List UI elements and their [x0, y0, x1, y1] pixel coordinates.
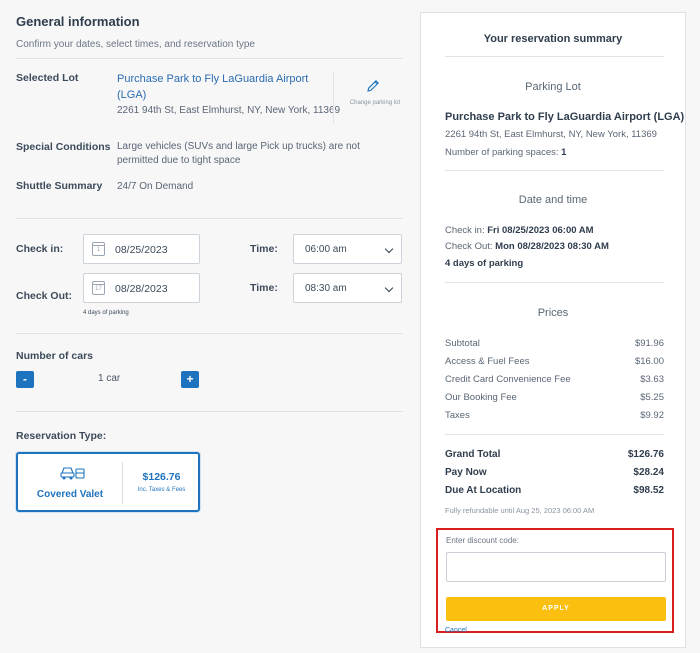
number-of-cars-label: Number of cars [16, 350, 94, 362]
summary-days: 4 days of parking [445, 258, 524, 269]
shuttle-summary-text: 24/7 On Demand [117, 181, 194, 192]
checkout-label: Check Out: [16, 290, 73, 302]
special-conditions-label: Special Conditions [16, 141, 111, 153]
checkin-date-field[interactable]: 1 08/25/2023 [83, 234, 200, 264]
reservation-price: $126.76 [142, 471, 181, 483]
apply-button[interactable]: APPLY [446, 597, 666, 621]
selected-lot-name[interactable]: Purchase Park to Fly LaGuardia Airport (… [117, 71, 327, 103]
divider [445, 282, 664, 283]
divider [16, 333, 403, 334]
discount-code-section: Enter discount code: APPLY [436, 528, 674, 633]
parking-spaces: Number of parking spaces: 1 [445, 147, 567, 158]
refund-note: Fully refundable until Aug 25, 2023 06:0… [445, 506, 595, 515]
checkout-time-value: 08:30 am [305, 283, 347, 294]
divider [445, 170, 664, 171]
parking-lot-section-title: Parking Lot [525, 81, 581, 93]
increase-cars-button[interactable]: + [181, 371, 199, 388]
vertical-separator [333, 72, 334, 124]
calendar-icon: 17 [92, 281, 105, 295]
shuttle-summary-label: Shuttle Summary [16, 180, 103, 192]
special-conditions-text: Large vehicles (SUVs and large Pick up t… [117, 141, 360, 166]
price-row-credit-card-fee: Credit Card Convenience Fee $3.63 [445, 374, 664, 385]
summary-checkin: Check in: Fri 08/25/2023 06:00 AM [445, 225, 594, 236]
days-of-parking-note: 4 days of parking [83, 310, 129, 316]
change-parking-lot-link[interactable]: Change parking lot [347, 100, 403, 106]
decrease-cars-button[interactable]: - [16, 371, 34, 388]
checkin-time-value: 06:00 am [305, 244, 347, 255]
price-row-subtotal: Subtotal $91.96 [445, 338, 664, 349]
selected-lot-label: Selected Lot [16, 72, 79, 84]
discount-code-label: Enter discount code: [446, 536, 519, 545]
discount-code-input[interactable] [446, 552, 666, 582]
card-separator [122, 462, 123, 504]
price-row-access-fuel: Access & Fuel Fees $16.00 [445, 356, 664, 367]
divider [16, 218, 403, 219]
pencil-icon[interactable] [365, 78, 381, 94]
summary-lot-address: 2261 94th St, East Elmhurst, NY, New Yor… [445, 129, 657, 140]
date-time-section-title: Date and time [518, 194, 588, 206]
checkin-label: Check in: [16, 243, 64, 255]
general-subtitle: Confirm your dates, select times, and re… [16, 39, 255, 50]
cancel-link[interactable]: Cancel [445, 627, 467, 634]
checkin-date-value: 08/25/2023 [115, 244, 168, 256]
divider [16, 58, 403, 59]
summary-checkout: Check Out: Mon 08/28/2023 08:30 AM [445, 241, 609, 252]
chevron-down-icon [384, 244, 394, 254]
reservation-type-label: Reservation Type: [16, 430, 107, 442]
divider [445, 434, 664, 435]
calendar-icon: 1 [92, 242, 105, 256]
checkout-time-label: Time: [250, 282, 278, 294]
prices-section-title: Prices [537, 307, 569, 319]
cars-count: 1 car [98, 373, 121, 384]
checkout-time-select[interactable]: 08:30 am [293, 273, 402, 303]
reservation-summary-panel: Your reservation summary Parking Lot Pur… [420, 12, 686, 648]
reservation-price-note: Inc. Taxes & Fees [137, 487, 186, 493]
price-row-booking-fee: Our Booking Fee $5.25 [445, 392, 664, 403]
checkin-time-label: Time: [250, 243, 278, 255]
valet-car-icon [60, 467, 85, 480]
chevron-down-icon [384, 283, 394, 293]
selected-lot-address: 2261 94th St, East Elmhurst, NY, New Yor… [117, 105, 341, 116]
reservation-type-name: Covered Valet [36, 489, 104, 500]
divider [16, 411, 403, 412]
divider [445, 56, 664, 57]
pay-now-row: Pay Now $28.24 [445, 467, 664, 478]
checkin-time-select[interactable]: 06:00 am [293, 234, 402, 264]
general-title: General information [16, 14, 140, 29]
checkout-date-value: 08/28/2023 [115, 283, 168, 295]
checkout-date-field[interactable]: 17 08/28/2023 [83, 273, 200, 303]
grand-total-row: Grand Total $126.76 [445, 449, 664, 460]
summary-title: Your reservation summary [483, 33, 623, 45]
covered-valet-option[interactable]: Covered Valet $126.76 Inc. Taxes & Fees [16, 452, 200, 512]
summary-lot-name: Purchase Park to Fly LaGuardia Airport (… [445, 111, 685, 123]
price-row-taxes: Taxes $9.92 [445, 410, 664, 421]
due-at-location-row: Due At Location $98.52 [445, 485, 664, 496]
